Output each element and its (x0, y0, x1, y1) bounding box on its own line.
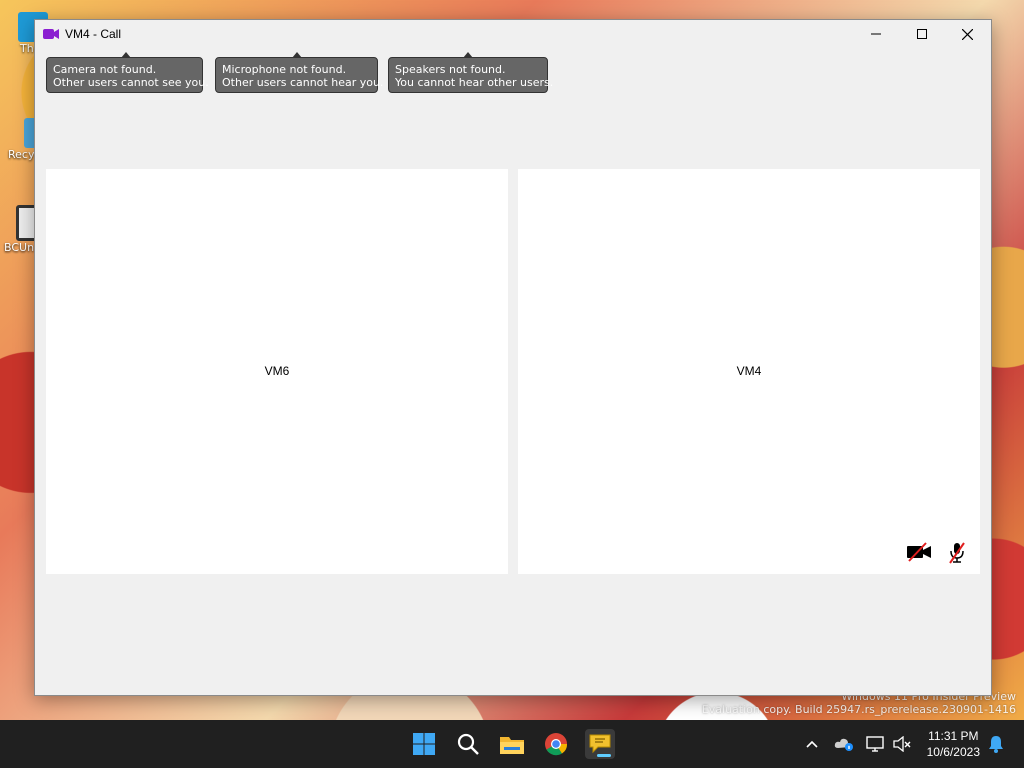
windows-start-icon (413, 733, 435, 755)
active-app-indicator (597, 754, 611, 757)
search-icon (457, 733, 479, 755)
camera-not-found-tooltip: Camera not found. Other users cannot see… (46, 52, 209, 93)
show-hidden-icons-button[interactable] (802, 734, 822, 754)
clock-time: 11:31 PM (928, 729, 979, 743)
call-window: VM4 - Call Camera not found. Other users… (34, 19, 992, 696)
cloud-info-icon (834, 738, 853, 751)
taskbar-search-button[interactable] (453, 729, 483, 759)
tooltip-line: Speakers not found. (395, 63, 506, 76)
taskbar: 11:31 PM 10/6/2023 (0, 720, 1024, 768)
taskbar-chrome[interactable] (541, 729, 571, 759)
desktop-icon-recycle-bin[interactable]: Recy (2, 118, 38, 161)
start-button[interactable] (409, 729, 439, 759)
folder-icon (500, 737, 524, 754)
chevron-up-icon (806, 740, 818, 748)
tooltip-line: Other users cannot hear you. (222, 76, 384, 89)
desktop-icon-label: Recy (8, 148, 35, 161)
tooltip-line: Microphone not found. (222, 63, 347, 76)
desktop-icon-bcun[interactable]: BCUn (2, 205, 38, 254)
display-tray-button[interactable] (866, 734, 886, 754)
taskbar-chat-app[interactable] (585, 729, 615, 759)
taskbar-file-explorer[interactable] (497, 729, 527, 759)
desktop-icon-label: BCUn (4, 241, 35, 254)
camera-off-icon[interactable] (906, 542, 932, 562)
title-bar[interactable]: VM4 - Call (35, 20, 991, 48)
minimize-icon (871, 33, 881, 35)
close-button[interactable] (944, 20, 990, 48)
monitor-icon (866, 736, 884, 752)
participant-name: VM6 (264, 364, 290, 378)
tooltip-line: Camera not found. (53, 63, 157, 76)
close-icon (961, 28, 973, 40)
clock-date: 10/6/2023 (926, 745, 980, 759)
watermark-line-2: Evaluation copy. Build 25947.rs_prerelea… (701, 703, 1016, 716)
tooltip-line: You cannot hear other users. (395, 76, 554, 89)
microphone-not-found-tooltip: Microphone not found. Other users cannot… (215, 52, 384, 93)
chrome-icon (545, 733, 568, 756)
notifications-button[interactable] (986, 734, 1006, 754)
speaker-muted-icon (893, 736, 911, 752)
bell-icon (989, 736, 1003, 753)
volume-tray-button[interactable] (892, 734, 912, 754)
taskbar-clock[interactable]: 11:31 PM 10/6/2023 (927, 728, 980, 760)
minimize-button[interactable] (853, 20, 899, 48)
desktop-icon-this-pc[interactable]: Th (2, 12, 48, 55)
local-video-pane: VM4 (518, 169, 980, 574)
maximize-icon (917, 29, 927, 39)
video-camera-icon (43, 29, 59, 39)
tooltip-line: Other users cannot see you. (53, 76, 209, 89)
maximize-button[interactable] (899, 20, 945, 48)
microphone-off-icon[interactable] (948, 542, 966, 564)
onedrive-tray-button[interactable] (834, 734, 854, 754)
remote-video-pane: VM6 (46, 169, 508, 574)
speakers-not-found-tooltip: Speakers not found. You cannot hear othe… (388, 52, 554, 93)
window-title: VM4 - Call (65, 27, 122, 41)
participant-name: VM4 (736, 364, 762, 378)
chat-bubble-icon (589, 734, 611, 754)
